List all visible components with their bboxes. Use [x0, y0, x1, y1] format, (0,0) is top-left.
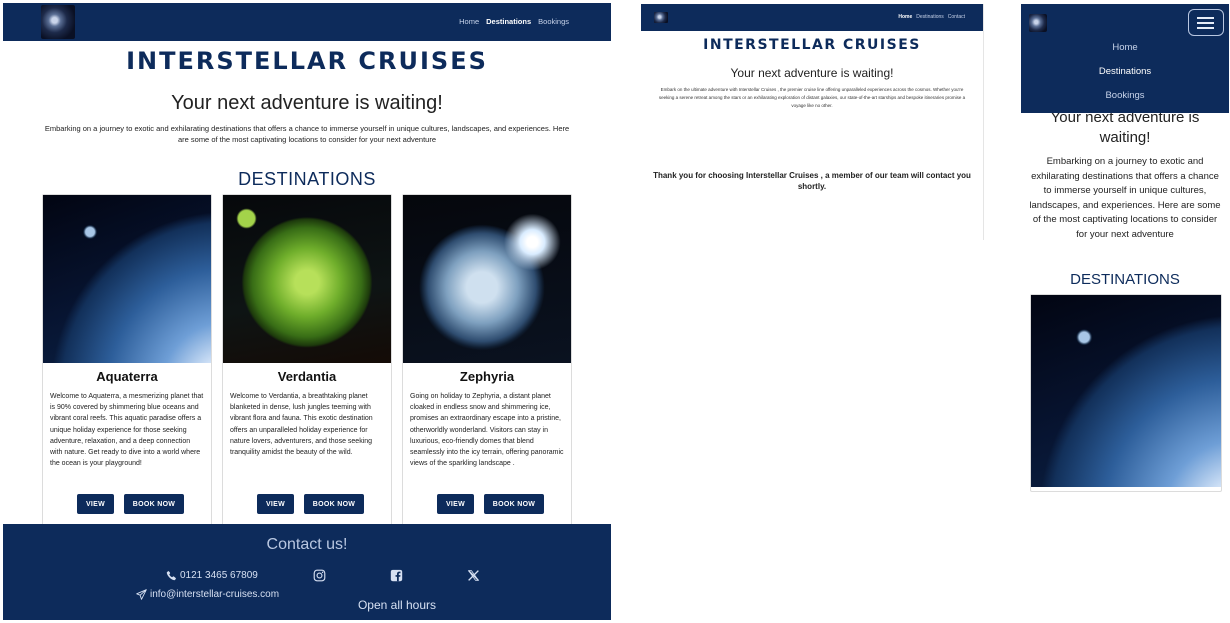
x-icon[interactable] — [467, 569, 480, 582]
tagline: Your next adventure is waiting! — [730, 66, 894, 80]
nav-home[interactable]: Home — [898, 14, 912, 20]
nav-home[interactable]: Home — [1021, 42, 1229, 53]
navbar-expanded: Home Destinations Bookings — [1021, 4, 1229, 113]
nav-destinations[interactable]: Destinations — [486, 17, 531, 26]
nav-home[interactable]: Home — [459, 17, 479, 26]
intro-text: Embarking on a journey to exotic and exh… — [1029, 156, 1221, 240]
email-contact[interactable]: info@interstellar-cruises.com — [136, 589, 279, 600]
logo[interactable] — [654, 12, 668, 23]
instagram-icon[interactable] — [313, 569, 326, 582]
phone-contact[interactable]: 0121 3465 67809 — [166, 570, 258, 581]
card-title: Zephyria — [459, 369, 515, 384]
book-now-button[interactable]: BOOK NOW — [124, 494, 184, 514]
phone-icon — [166, 570, 176, 581]
facebook-icon[interactable] — [390, 569, 403, 582]
phone-number: 0121 3465 67809 — [180, 570, 258, 581]
verdantia-image — [223, 195, 391, 363]
desktop-view: Home Destinations Bookings INTERSTELLAR … — [3, 3, 611, 620]
tablet-view: Home Destinations Contact INTERSTELLAR C… — [641, 4, 984, 240]
destination-card-verdantia: Verdantia Welcome to Verdantia, a breath… — [222, 194, 392, 526]
opening-hours: Open all hours — [357, 598, 437, 612]
tagline: Your next adventure is waiting! — [1050, 109, 1200, 146]
navbar: Home Destinations Bookings — [3, 3, 611, 41]
logo[interactable] — [41, 5, 75, 39]
page-title: INTERSTELLAR CRUISES — [126, 47, 488, 75]
nav-destinations[interactable]: Destinations — [1021, 66, 1229, 77]
zephyria-image — [403, 195, 571, 363]
contact-heading: Contact us! — [266, 536, 348, 553]
card-title: Aquaterra — [96, 369, 158, 384]
nav-destinations[interactable]: Destinations — [916, 14, 944, 20]
destination-card-aquaterra: Aquaterra Welcome to Aquaterra, a mesmer… — [42, 194, 212, 526]
view-button[interactable]: VIEW — [77, 494, 114, 514]
mobile-view: Your next adventure is waiting! Embarkin… — [1021, 4, 1229, 620]
tagline: Your next adventure is waiting! — [171, 92, 443, 114]
card-text: Welcome to Verdantia, a breathtaking pla… — [230, 393, 373, 457]
menu-toggle-button[interactable] — [1188, 9, 1224, 36]
intro-text: Embark on the ultimate adventure with In… — [658, 87, 966, 108]
send-icon — [136, 589, 147, 600]
book-now-button[interactable]: BOOK NOW — [304, 494, 364, 514]
nav-contact[interactable]: Contact — [948, 14, 965, 20]
card-text: Welcome to Aquaterra, a mesmerizing plan… — [50, 393, 204, 468]
destinations-heading: DESTINATIONS — [1070, 271, 1180, 288]
page-title: INTERSTELLAR CRUISES — [703, 37, 921, 53]
aquaterra-image — [43, 195, 211, 363]
thank-you-message: Thank you for choosing Interstellar Crui… — [653, 171, 971, 191]
nav-links: Home Destinations Contact — [898, 14, 965, 20]
view-button[interactable]: VIEW — [437, 494, 474, 514]
intro-text: Embarking on a journey to exotic and exh… — [44, 124, 570, 144]
destination-card-aquaterra — [1030, 294, 1222, 492]
logo[interactable] — [1029, 14, 1047, 32]
card-text: Going on holiday to Zephyria, a distant … — [410, 393, 564, 468]
destinations-heading: DESTINATIONS — [238, 169, 376, 189]
view-button[interactable]: VIEW — [257, 494, 294, 514]
card-title: Verdantia — [277, 369, 337, 384]
nav-bookings[interactable]: Bookings — [1021, 90, 1229, 101]
nav-links: Home Destinations Bookings — [459, 17, 569, 26]
navbar: Home Destinations Contact — [641, 4, 983, 31]
menu-icon — [1197, 17, 1214, 19]
destination-card-zephyria: Zephyria Going on holiday to Zephyria, a… — [402, 194, 572, 526]
book-now-button[interactable]: BOOK NOW — [484, 494, 544, 514]
nav-bookings[interactable]: Bookings — [538, 17, 569, 26]
email-address: info@interstellar-cruises.com — [150, 589, 280, 600]
aquaterra-image — [1031, 295, 1221, 487]
